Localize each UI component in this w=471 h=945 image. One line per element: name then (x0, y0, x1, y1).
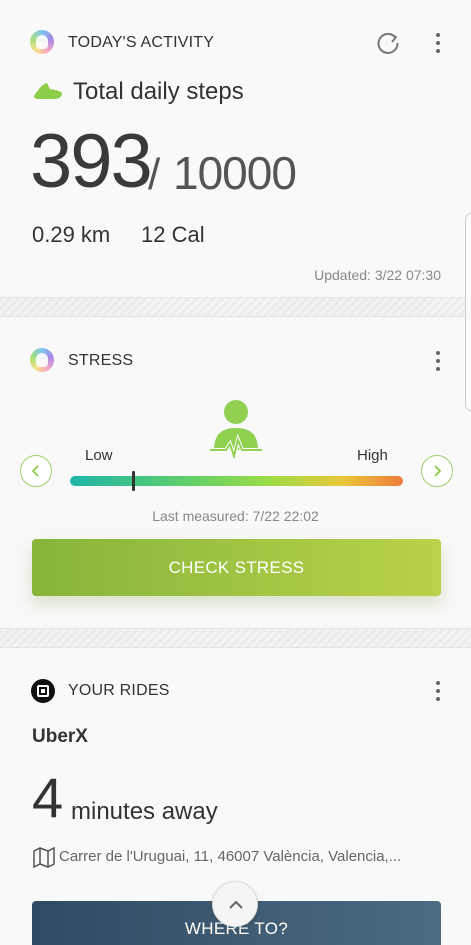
stress-next-button[interactable] (421, 455, 453, 487)
stress-card: STRESS Low High Last measured: 7/22 22:0… (0, 318, 471, 628)
rides-card: YOUR RIDES UberX 4 minutes away Carrer d… (0, 648, 471, 945)
stress-prev-button[interactable] (20, 455, 52, 487)
ride-product: UberX (32, 726, 88, 747)
card-divider (0, 297, 471, 317)
distance-value: 0.29 km (32, 222, 111, 247)
shoe-icon (34, 83, 62, 99)
card-divider (0, 628, 471, 648)
check-stress-button[interactable]: CHECK STRESS (32, 539, 441, 596)
pickup-address: Carrer de l'Uruguai, 11, 46007 València,… (59, 848, 402, 865)
stress-low-label: Low (85, 447, 113, 464)
steps-separator: / (148, 150, 161, 199)
refresh-icon[interactable] (375, 30, 401, 56)
eta-text: minutes away (71, 798, 218, 825)
stress-figure-icon (210, 400, 262, 460)
rides-card-title: YOUR RIDES (68, 682, 170, 699)
chevron-up-icon (229, 900, 243, 909)
stress-high-label: High (357, 447, 388, 464)
activity-updated-time: Updated: 3/22 07:30 (314, 267, 441, 283)
steps-metric-label: Total daily steps (73, 78, 244, 105)
eta-number: 4 (32, 766, 64, 829)
samsung-health-icon (30, 30, 54, 54)
steps-goal: 10000 (173, 147, 297, 199)
activity-card: TODAY'S ACTIVITY Total daily steps 393 /… (0, 0, 471, 297)
steps-count: 393 (30, 119, 153, 204)
check-stress-label: CHECK STRESS (168, 557, 305, 577)
samsung-health-icon (30, 348, 54, 372)
stress-more-menu-icon[interactable] (435, 351, 441, 373)
edge-scroll-indicator (465, 213, 471, 411)
stress-level-marker (132, 471, 136, 491)
activity-more-menu-icon[interactable] (435, 33, 441, 55)
calories-value: 12 Cal (141, 222, 205, 247)
uber-logo-icon (31, 679, 55, 703)
stress-level-bar (70, 471, 403, 491)
rides-more-menu-icon[interactable] (435, 681, 441, 703)
stress-last-measured: Last measured: 7/22 22:02 (152, 508, 319, 524)
stress-card-title: STRESS (68, 352, 134, 369)
activity-card-title: TODAY'S ACTIVITY (68, 34, 215, 51)
scroll-top-button[interactable] (212, 881, 258, 927)
map-icon (33, 846, 55, 868)
